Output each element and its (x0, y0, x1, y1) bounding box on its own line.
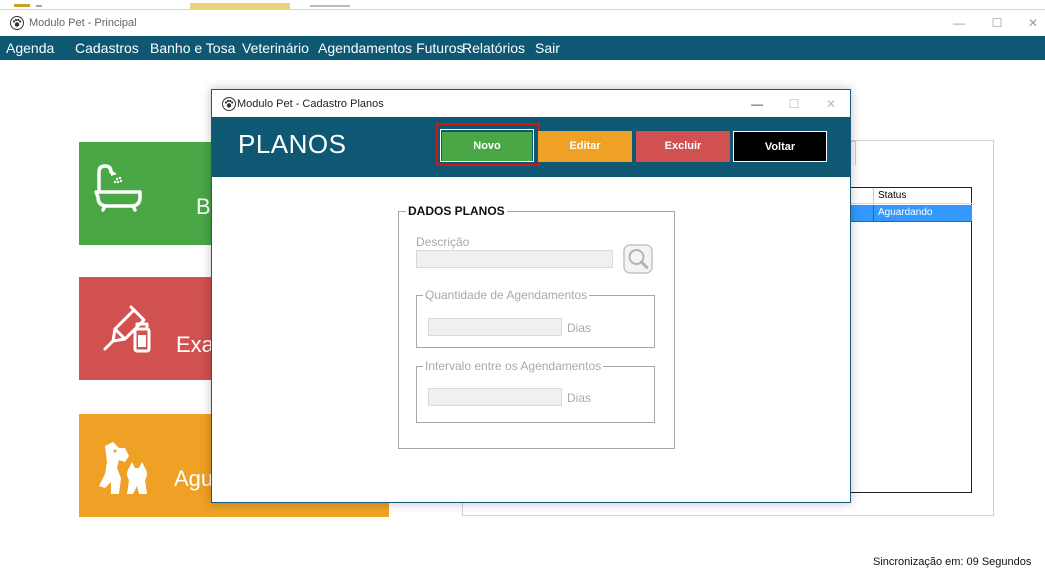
main-window-title: Modulo Pet - Principal (29, 17, 137, 29)
novo-button[interactable]: Novo (442, 132, 532, 161)
syringe-vial-icon (103, 305, 151, 353)
grid-header: Status (851, 188, 972, 204)
grid-cell-status: Aguardando (878, 207, 933, 218)
main-maximize-button[interactable]: ☐ (982, 14, 1012, 32)
intervalo-dias-label: Dias (567, 391, 592, 405)
magnifier-icon (623, 244, 653, 274)
menu-veterinario[interactable]: Veterinário (242, 40, 309, 56)
main-close-button[interactable]: ✕ (1018, 14, 1045, 32)
dialog-header: PLANOS Novo Editar Excluir Voltar (212, 117, 850, 177)
menu-relatorios[interactable]: Relatórios (462, 40, 525, 56)
menu-cadastros[interactable]: Cadastros (75, 40, 139, 56)
menu-sair[interactable]: Sair (535, 40, 560, 56)
cropped-icon (14, 4, 30, 7)
dog-cat-icon (99, 442, 147, 494)
page-title: PLANOS (238, 129, 347, 159)
tile-banho-label: B (196, 194, 211, 219)
cadastro-planos-dialog: Modulo Pet - Cadastro Planos — ☐ ✕ PLANO… (211, 89, 851, 503)
menu-agendamentos-futuros[interactable]: Agendamentos Futuros (318, 40, 464, 56)
editar-button[interactable]: Editar (538, 131, 632, 162)
grid-header-status: Status (878, 190, 907, 201)
cropped-text (310, 5, 350, 7)
descricao-input[interactable] (416, 250, 613, 268)
table-row[interactable]: Aguardando (851, 205, 972, 222)
dados-planos-title: DADOS PLANOS (406, 204, 507, 218)
voltar-button[interactable]: Voltar (733, 131, 827, 162)
menu-banho-e-tosa[interactable]: Banho e Tosa (150, 40, 235, 56)
descricao-label: Descrição (416, 235, 470, 249)
menu-bar: Agenda Cadastros Banho e Tosa Veterinári… (0, 36, 1045, 60)
main-minimize-button[interactable]: — (944, 14, 974, 32)
bathtub-shower-icon (94, 164, 142, 212)
quantidade-dias-label: Dias (567, 321, 592, 335)
excluir-button[interactable]: Excluir (636, 131, 730, 162)
top-cropped-strip (0, 0, 1045, 10)
sync-status-text: Sincronização em: 09 Segundos (873, 556, 1032, 568)
intervalo-input[interactable] (428, 388, 562, 406)
search-button[interactable] (623, 244, 653, 274)
quantidade-input[interactable] (428, 318, 562, 336)
menu-agenda[interactable]: Agenda (6, 40, 54, 56)
intervalo-group-title: Intervalo entre os Agendamentos (423, 359, 604, 373)
agenda-grid[interactable]: Status Aguardando (850, 187, 972, 493)
tile-aguardando-label: Agu (174, 466, 214, 491)
cropped-icon-2 (36, 5, 42, 7)
paw-logo-icon (222, 97, 236, 111)
grid-column-separator (873, 205, 874, 222)
quantidade-group-title: Quantidade de Agendamentos (423, 288, 590, 302)
dialog-title: Modulo Pet - Cadastro Planos (237, 98, 384, 110)
paw-logo-icon (10, 16, 24, 30)
dialog-titlebar: Modulo Pet - Cadastro Planos — ☐ ✕ (212, 90, 850, 117)
dialog-close-button[interactable]: ✕ (816, 95, 846, 113)
tile-exames-label: Exa (176, 332, 214, 357)
dialog-maximize-button[interactable]: ☐ (779, 95, 809, 113)
dialog-minimize-button[interactable]: — (742, 95, 772, 113)
grid-column-separator (873, 188, 874, 204)
main-titlebar: Modulo Pet - Principal — ☐ ✕ (0, 10, 1045, 36)
